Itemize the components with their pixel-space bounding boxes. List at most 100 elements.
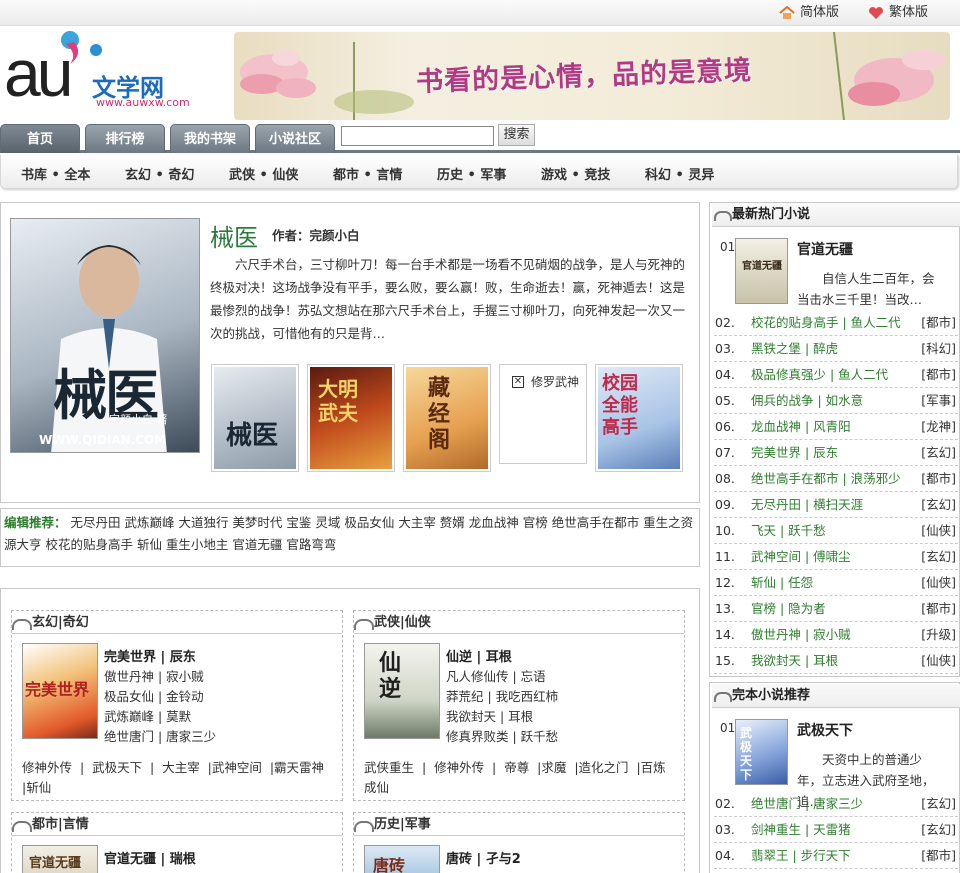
search-button[interactable]: 搜索 bbox=[498, 124, 535, 146]
book-line[interactable]: 凡人修仙传 | 忘语 bbox=[446, 667, 558, 687]
book-line[interactable]: 绝世唐门 | 唐家三少 bbox=[104, 727, 216, 747]
rank-category[interactable]: [玄幻] bbox=[921, 817, 956, 842]
book-line[interactable]: 傲世丹神 | 寂小贼 bbox=[104, 667, 216, 687]
recommend-text[interactable]: 无尽丹田 武炼巅峰 大道独行 美梦时代 宝鉴 灵域 极品女仙 大主宰 赘婿 龙血… bbox=[4, 515, 693, 552]
cat-lishi[interactable]: 历史 • 军事 bbox=[437, 164, 506, 183]
rank-title[interactable]: 翡翠王 | 步行天下 bbox=[751, 843, 851, 868]
rank-num: 02. bbox=[715, 315, 735, 330]
rank-category[interactable]: [科幻] bbox=[921, 336, 956, 361]
search-input[interactable] bbox=[341, 126, 494, 146]
rank-category[interactable]: [升级] bbox=[921, 622, 956, 647]
section-title[interactable]: 都市|言情 bbox=[12, 814, 342, 836]
section-more[interactable]: 武侠重生 | 修神外传 | 帝尊 |求魔 |造化之门 |百炼成仙 bbox=[364, 758, 674, 798]
rank-category[interactable]: [都市] bbox=[921, 466, 956, 491]
section-lead[interactable]: 完美世界 | 辰东 bbox=[104, 646, 216, 665]
hot-top-name[interactable]: 官道无疆 bbox=[797, 239, 853, 259]
rank-title[interactable]: 斩仙 | 任怨 bbox=[751, 570, 813, 595]
rank-title[interactable]: 龙血战神 | 风青阳 bbox=[751, 414, 851, 439]
rank-category[interactable]: [都市] bbox=[921, 843, 956, 868]
section-lead[interactable]: 唐砖 | 孑与2 bbox=[446, 848, 521, 867]
rank-category[interactable]: [龙神] bbox=[921, 414, 956, 439]
rank-category[interactable]: [军事] bbox=[921, 388, 956, 413]
rank-title[interactable]: 极品修真强少 | 鱼人二代 bbox=[751, 362, 888, 387]
tab-community[interactable]: 小说社区 bbox=[255, 124, 335, 153]
thumb-cangjingge[interactable]: 藏经阁 bbox=[403, 364, 491, 472]
section-cover-title: 唐砖 bbox=[373, 856, 406, 873]
rank-num: 11. bbox=[715, 549, 735, 564]
rank-category[interactable]: [玄幻] bbox=[921, 492, 956, 517]
cat-youxi[interactable]: 游戏 • 竞技 bbox=[541, 164, 610, 183]
rank-category[interactable]: [都市] bbox=[921, 596, 956, 621]
section-title[interactable]: 武侠|仙侠 bbox=[354, 612, 684, 634]
feature-cover[interactable]: 械医 完颜小白 著 WWW.QIDIAN.COM bbox=[10, 218, 200, 453]
tab-home[interactable]: 首页 bbox=[0, 124, 80, 153]
traditional-link[interactable]: 繁体版 bbox=[868, 4, 928, 22]
site-logo[interactable]: au 文学网 www.auwxw.com bbox=[4, 28, 209, 112]
rank-category[interactable]: [仙侠] bbox=[921, 570, 956, 595]
rank-title[interactable]: 黑铁之堡 | 醉虎 bbox=[751, 336, 838, 361]
complete-top-name[interactable]: 武极天下 bbox=[797, 720, 853, 740]
cat-dushi[interactable]: 都市 • 言情 bbox=[333, 164, 402, 183]
thumb-title: 校园全能高手 bbox=[602, 373, 638, 438]
rank-category[interactable]: [仙侠] bbox=[921, 648, 956, 673]
section-cover[interactable]: 仙逆 bbox=[364, 643, 440, 739]
traditional-label: 繁体版 bbox=[889, 5, 929, 20]
cat-xuanhuan[interactable]: 玄幻 • 奇幻 bbox=[125, 164, 194, 183]
rank-title[interactable]: 武神空间 | 傅啸尘 bbox=[751, 544, 851, 569]
banner: 书看的是心情，品的是意境 bbox=[234, 32, 950, 120]
tab-ranking[interactable]: 排行榜 bbox=[85, 124, 165, 153]
rank-num: 06. bbox=[715, 419, 735, 434]
rank-title[interactable]: 绝世高手在都市 | 浪荡邪少 bbox=[751, 466, 901, 491]
rank-title[interactable]: 完美世界 | 辰东 bbox=[751, 440, 838, 465]
rank-category[interactable]: [玄幻] bbox=[921, 791, 956, 816]
rank-row: 05. 佣兵的战争 | 如水意 [军事] bbox=[714, 388, 958, 414]
rank-category[interactable]: [仙侠] bbox=[921, 518, 956, 543]
complete-top-cover[interactable]: 武极天下 bbox=[735, 719, 788, 785]
book-line[interactable]: 极品女仙 | 金铃动 bbox=[104, 687, 216, 707]
rank-category[interactable]: [都市] bbox=[921, 310, 956, 335]
rank-title[interactable]: 傲世丹神 | 寂小贼 bbox=[751, 622, 851, 647]
rank-row: 02. 绝世唐门 | 唐家三少 [玄幻] bbox=[714, 791, 958, 817]
feature-cover-site: WWW.QIDIAN.COM bbox=[39, 433, 167, 447]
rank-num: 13. bbox=[715, 601, 735, 616]
thumb-xiaoyuan[interactable]: 校园全能高手 bbox=[595, 364, 683, 472]
feature-author: 作者：完颜小白 bbox=[272, 228, 360, 243]
thumb-xieyi[interactable]: 械医 bbox=[211, 364, 299, 472]
cat-kehuan[interactable]: 科幻 • 灵异 bbox=[645, 164, 714, 183]
rank-category[interactable]: [玄幻] bbox=[921, 440, 956, 465]
hot-top-cover[interactable]: 官道无疆 bbox=[735, 238, 788, 304]
section-cover[interactable]: 官道无疆 bbox=[22, 845, 98, 873]
book-line[interactable]: 莽荒纪 | 我吃西红柿 bbox=[446, 687, 558, 707]
thumb-daming[interactable]: 大明武夫 bbox=[307, 364, 395, 472]
rank-category[interactable]: [都市] bbox=[921, 362, 956, 387]
section-cover[interactable]: 唐砖 bbox=[364, 845, 440, 873]
book-line[interactable]: 武炼巅峰 | 莫默 bbox=[104, 707, 216, 727]
feature-title[interactable]: 械医 bbox=[210, 218, 258, 253]
book-line[interactable]: 修真界败类 | 跃千愁 bbox=[446, 727, 558, 747]
section-lead[interactable]: 仙逆 | 耳根 bbox=[446, 646, 558, 665]
section-lead[interactable]: 官道无疆 | 瑞根 bbox=[104, 848, 196, 867]
section-title[interactable]: 玄幻|奇幻 bbox=[12, 612, 342, 634]
rank-title[interactable]: 无尽丹田 | 横扫天涯 bbox=[751, 492, 863, 517]
rank-title[interactable]: 剑神重生 | 天雷猪 bbox=[751, 817, 851, 842]
top-bar: 简体版 繁体版 bbox=[0, 0, 960, 26]
cat-library[interactable]: 书库 • 全本 bbox=[21, 164, 90, 183]
rank-title[interactable]: 校花的贴身高手 | 鱼人二代 bbox=[751, 310, 901, 335]
cat-wuxia[interactable]: 武侠 • 仙侠 bbox=[229, 164, 298, 183]
rank-num: 12. bbox=[715, 575, 735, 590]
rank-category[interactable]: [玄幻] bbox=[921, 544, 956, 569]
book-line[interactable]: 我欲封天 | 耳根 bbox=[446, 707, 558, 727]
logo-url: www.auwxw.com bbox=[96, 96, 190, 109]
rank-title[interactable]: 飞天 | 跃千愁 bbox=[751, 518, 826, 543]
section-cover[interactable]: 完美世界 bbox=[22, 643, 98, 739]
simplified-link[interactable]: 简体版 bbox=[779, 4, 839, 22]
section-title[interactable]: 历史|军事 bbox=[354, 814, 684, 836]
rank-title[interactable]: 官榜 | 隐为者 bbox=[751, 596, 826, 621]
rank-title[interactable]: 佣兵的战争 | 如水意 bbox=[751, 388, 863, 413]
rank-title[interactable]: 绝世唐门 | 唐家三少 bbox=[751, 791, 863, 816]
thumb-xiuluo[interactable]: ✕ 修罗武神 bbox=[499, 364, 587, 464]
tab-bookshelf[interactable]: 我的书架 bbox=[170, 124, 250, 153]
complete-title: 完本小说推荐 bbox=[712, 684, 960, 708]
rank-title[interactable]: 我欲封天 | 耳根 bbox=[751, 648, 838, 673]
section-more[interactable]: 修神外传 | 武极天下 | 大主宰 |武神空间 |霸天雷神 |斩仙 bbox=[22, 758, 332, 798]
